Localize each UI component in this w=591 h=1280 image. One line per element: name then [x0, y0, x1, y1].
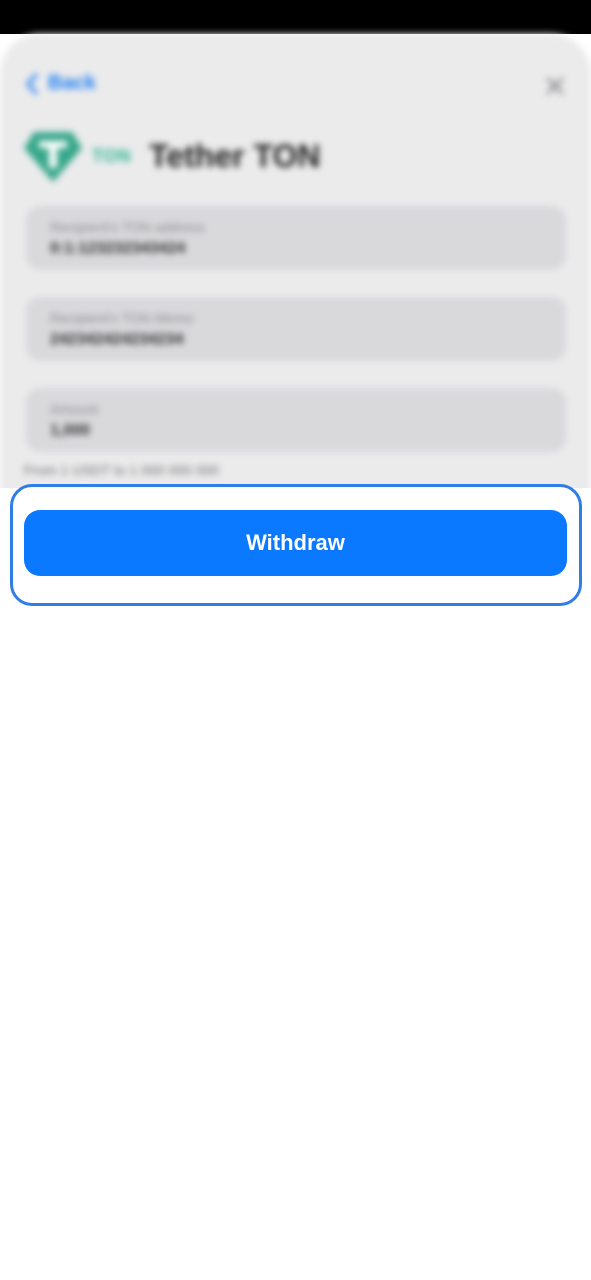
withdraw-sheet: Back TON Tether TON Recipient's TON addr… [0, 34, 591, 488]
amount-limits-hint: From 1 USDT to 1 000 000 000 [24, 462, 220, 478]
recipient-address-field[interactable]: Recipient's TON address 0:1:123232343424 [26, 206, 566, 270]
field-value: 1,000 [50, 422, 91, 439]
token-header: TON Tether TON [22, 128, 320, 184]
close-icon[interactable] [545, 76, 565, 96]
field-label: Recipient's TON address [50, 219, 205, 235]
field-value: 0:1:123232343424 [50, 240, 186, 257]
field-label: Amount [50, 401, 99, 417]
blurred-background: Back TON Tether TON Recipient's TON addr… [0, 0, 591, 488]
chevron-left-icon [26, 73, 38, 94]
back-label: Back [48, 72, 96, 94]
field-label: Recipient's TON Memo [50, 310, 194, 326]
field-value: 242342424234234 [50, 331, 184, 348]
network-tag: TON [92, 145, 132, 166]
recipient-memo-field[interactable]: Recipient's TON Memo 242342424234234 [26, 297, 566, 361]
back-button[interactable]: Back [26, 72, 96, 95]
amount-field[interactable]: Amount 1,000 [26, 388, 566, 452]
token-title: Tether TON [149, 137, 321, 174]
withdraw-button[interactable]: Withdraw [24, 510, 567, 576]
tether-logo-icon [24, 132, 82, 182]
